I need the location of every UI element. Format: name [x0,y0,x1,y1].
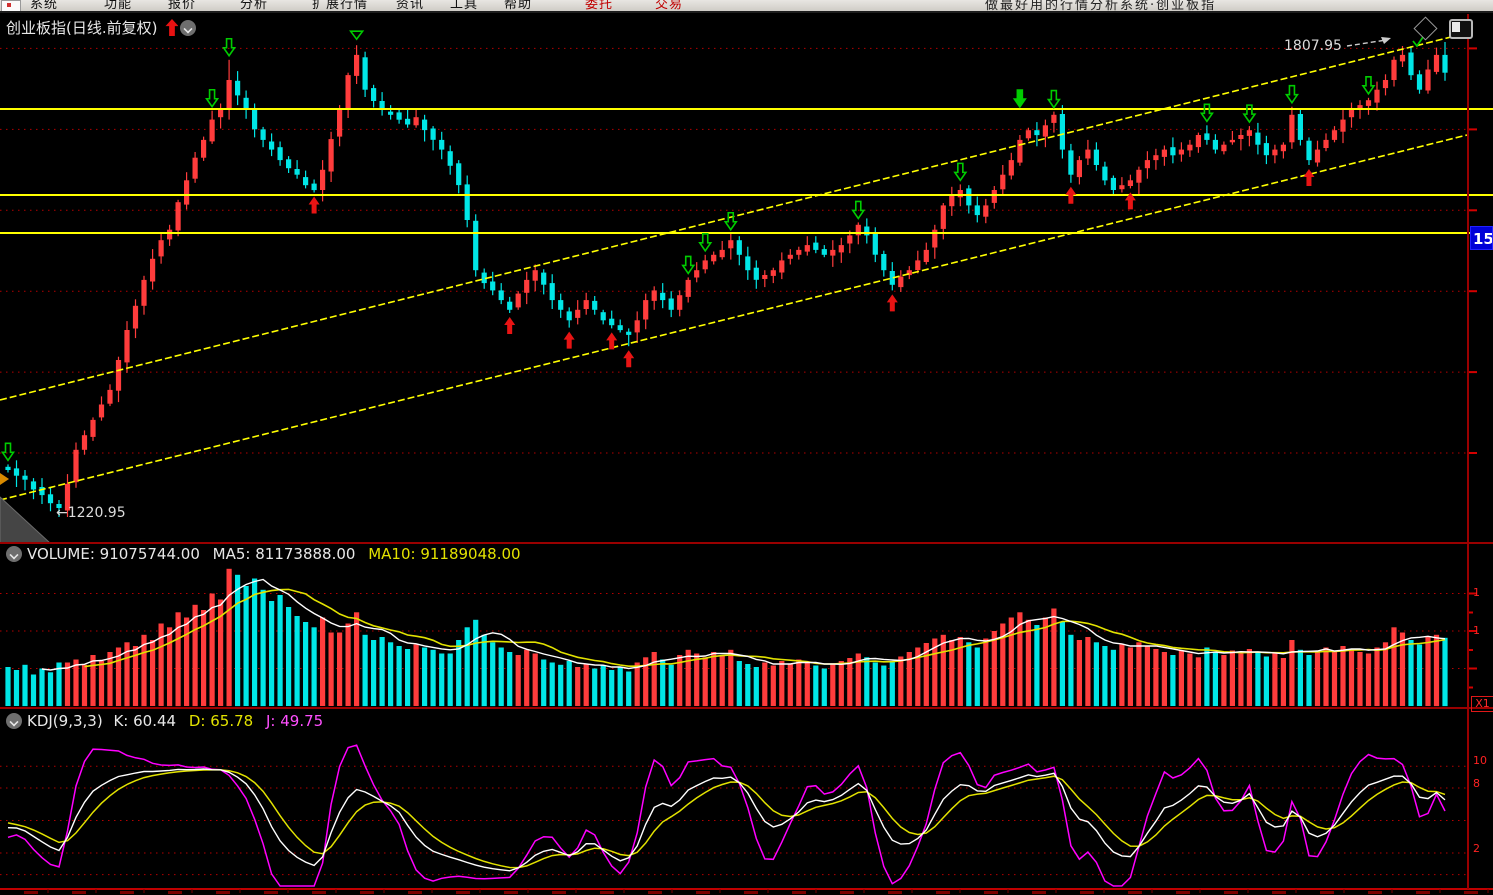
kdj-k-line [8,769,1445,871]
sell-signal-arrow [224,39,235,56]
kdj-j-line [8,745,1445,886]
peak-triangle-marker [351,31,363,39]
app-icon [1,0,21,13]
volume-scale-button[interactable]: X1 [1471,696,1493,712]
sell-signal-arrow [1014,90,1025,107]
volume-value: 91075744.00 [100,545,200,563]
volume-label: VOLUME: [27,545,95,563]
kdj-d-label: D: [189,712,206,730]
sell-signal-arrow [1048,91,1059,108]
trading-app-window: 做最好用的行情分析系统·创业板指 系统功能报价分析扩展行情资讯工具帮助委托交易 … [0,0,1493,895]
menu-item-red-1[interactable]: 交易 [655,0,683,12]
sell-signal-arrow [683,256,694,273]
volume-axis-label-1: 1 [1473,624,1492,637]
menu-item-5[interactable]: 资讯 [396,0,424,12]
sell-signal-arrow [3,443,14,460]
kdj-title-row: KDJ(9,3,3) K: 60.44 D: 65.78 J: 49.75 [4,712,323,730]
chevron-down-circle-icon[interactable] [6,713,22,729]
kdj-d-value: 65.78 [210,712,253,730]
buy-signal-arrow [1303,169,1314,186]
menu-item-1[interactable]: 功能 [104,0,132,12]
sell-signal-arrow [1363,77,1374,94]
menu-item-3[interactable]: 分析 [240,0,268,12]
volume-ma10-value: 91189048.00 [420,545,520,563]
main-panel-title: 创业板指(日线.前复权) [6,19,157,37]
red-up-arrow-icon [165,19,178,36]
diagonal-trendline[interactable] [0,135,1467,500]
menu-item-2[interactable]: 报价 [168,0,196,12]
buy-signal-arrow [623,350,634,367]
volume-ma10-label: MA10: [368,545,415,563]
chart-canvas[interactable] [0,0,1493,895]
high-price-annotation: 1807.95 [1284,38,1342,54]
menu-item-0[interactable]: 系统 [30,0,58,12]
menu-item-red-0[interactable]: 委托 [585,0,613,12]
sell-signal-arrow [1244,105,1255,122]
annotation-arrow [1347,40,1386,46]
split-pane-icon[interactable] [1449,19,1473,39]
sell-signal-arrow [725,213,736,230]
menu-bar: 做最好用的行情分析系统·创业板指 系统 功能 报价 分析 扩展行情 资讯 工具 帮助 委托 交易 [0,0,1493,13]
menu-item-7[interactable]: 帮助 [504,0,532,12]
kdj-k-value: 60.44 [133,712,176,730]
buy-signal-arrow [564,332,575,349]
sell-signal-arrow [207,90,218,107]
low-price-annotation: ←1220.95 [56,505,126,521]
kdj-j-label: J: [266,712,275,730]
menu-right-text: 做最好用的行情分析系统·创业板指 [985,0,1230,13]
sell-signal-arrow [700,234,711,251]
kdj-j-value: 49.75 [280,712,323,730]
price-axis-marker: 156 [1470,226,1493,250]
sell-signal-arrow [955,163,966,180]
volume-ma5-label: MA5: [213,545,251,563]
volume-ma5-value: 81173888.00 [255,545,355,563]
buy-signal-arrow [309,196,320,213]
kdj-label: KDJ(9,3,3) [27,712,103,730]
kdj-k-label: K: [113,712,128,730]
volume-axis-label-0: 1 [1473,586,1492,599]
buy-signal-arrow [887,294,898,311]
buy-signal-arrow [504,317,515,334]
chevron-down-circle-icon[interactable] [180,20,196,36]
sell-signal-arrow [1286,86,1297,103]
menu-item-6[interactable]: 工具 [450,0,478,12]
kdj-axis-label-1: 8 [1473,777,1492,790]
main-panel-title-row: 创业板指(日线.前复权) [6,17,201,38]
kdj-axis-label-2: 2 [1473,842,1492,855]
trendline-handle[interactable] [0,473,9,485]
volume-title-row: VOLUME: 91075744.00 MA5: 81173888.00 MA1… [4,545,521,563]
sell-signal-arrow [1201,104,1212,121]
kdj-axis-label-0: 10 [1473,754,1492,767]
chevron-down-circle-icon[interactable] [6,546,22,562]
menu-item-4[interactable]: 扩展行情 [312,0,368,12]
